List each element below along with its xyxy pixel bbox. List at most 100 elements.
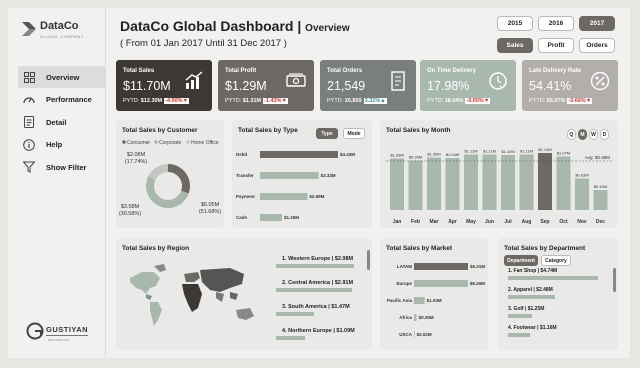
kpi-change-badge: -1.43%▼ — [263, 98, 288, 104]
kpi-card: Total Orders 21,549 PYTD: 20,859 3.31%▲ — [320, 60, 416, 111]
month-axis-label: Jul — [504, 219, 512, 225]
kpi-value: 54.41% — [529, 79, 572, 93]
arrow-down-icon: ▼ — [483, 98, 490, 104]
profit-metric-button[interactable]: Profit — [538, 38, 574, 53]
market-bar-value: $5.21M — [470, 264, 485, 269]
kpi-card: Total Profit $1.29M PYTD: $1.31M -1.43%▼ — [218, 60, 314, 111]
kpi-card: Total Sales $11.70M PYTD: $12.30M -4.90%▼ — [116, 60, 212, 111]
region-bar — [276, 264, 354, 268]
market-bar — [414, 280, 468, 287]
legend-marker — [186, 140, 190, 144]
date-range: ( From 01 Jan 2017 Until 31 Dec 2017 ) — [120, 38, 287, 49]
month-bar — [427, 157, 441, 210]
market-bar-value: $0.25M — [419, 315, 434, 320]
type-bar — [260, 172, 319, 179]
month-bar-value: $1.03M — [390, 153, 403, 158]
nav-item-detail[interactable]: Detail — [18, 111, 106, 133]
type-bar-label: Debit — [236, 152, 248, 157]
donut-slice — [148, 164, 168, 180]
logo: DataCo GLOBAL COMPANY — [22, 20, 104, 44]
kpi-pytd: PYTD: 18.04% -0.05%▼ — [427, 98, 491, 104]
grid-icon — [22, 70, 36, 84]
nav-label: Performance — [46, 95, 92, 104]
region-card: Total Sales by Region 1. Western Europe … — [116, 238, 372, 350]
document-icon — [22, 115, 36, 129]
market-bar-value: $0.02M — [417, 332, 432, 337]
donut-label-pct: (17.74%) — [125, 159, 147, 165]
kpi-change-value: -0.05% — [466, 98, 484, 104]
market-bar — [414, 331, 415, 338]
author-role: DATA ANALYST — [48, 338, 70, 342]
donut-slice — [168, 164, 190, 194]
nav-item-performance[interactable]: Performance — [18, 89, 106, 111]
kpi-pytd-label: PYTD: — [327, 98, 344, 104]
type-bar-value: $4.43M — [340, 152, 355, 157]
chart-icon — [184, 71, 204, 91]
arrow-down-icon: ▼ — [585, 98, 592, 104]
market-card: Total Sales by Market LATAM $5.21M Europe $… — [380, 238, 488, 350]
title-sub: Overview — [305, 23, 350, 34]
type-bar-chart: Debit $4.43M Transfer $3.33M Payment $2.69M Ca… — [236, 151, 355, 221]
department-bar — [508, 333, 531, 337]
orders-metric-button[interactable]: Orders — [579, 38, 615, 53]
month-axis-label: Sep — [540, 219, 549, 225]
region-scrollbar[interactable] — [367, 250, 370, 270]
department-toggle-button[interactable]: Department — [504, 255, 538, 266]
title-main: DataCo Global Dashboard | — [120, 18, 302, 34]
kpi-change-badge: -0.66%▼ — [567, 98, 593, 104]
month-bar-value: $1.07M — [557, 151, 570, 156]
sales-metric-button[interactable]: Sales — [497, 38, 533, 53]
kpi-change-badge: 3.31%▲ — [363, 98, 387, 104]
department-bar — [508, 314, 532, 318]
type-bar — [260, 214, 283, 221]
month-bar-value: $0.99M — [409, 155, 422, 160]
donut-label-value: $3.58M — [121, 204, 140, 210]
month-axis-label: Feb — [411, 219, 420, 225]
department-title: Total Sales by Department — [504, 245, 586, 252]
month-card: Total Sales by Month Q M W D $1.03M Jan $0… — [380, 120, 618, 228]
nav-item-help[interactable]: Help — [18, 134, 106, 156]
department-bar — [508, 295, 556, 299]
kpi-value: 21,549 — [327, 79, 366, 93]
info-icon — [22, 138, 36, 152]
kpi-label: Total Orders — [327, 68, 363, 74]
year-2015-button[interactable]: 2015 — [497, 16, 533, 31]
receipt-icon — [388, 71, 408, 91]
kpi-pytd-label: PYTD: — [529, 98, 546, 104]
clock-check-icon — [488, 71, 508, 91]
logo-subtitle: GLOBAL COMPANY — [40, 34, 84, 39]
author-brand: GUSTIYAN DATA ANALYST — [26, 322, 96, 346]
percent-icon — [590, 71, 610, 91]
kpi-pytd-value: 18.04% — [444, 98, 464, 104]
month-bar-value: $1.11M — [483, 149, 496, 154]
region-bar — [276, 288, 353, 292]
nav-item-show-filter[interactable]: Show Filter — [18, 156, 106, 178]
year-2017-button[interactable]: 2017 — [579, 16, 615, 31]
legend-marker — [122, 140, 126, 144]
region-title: Total Sales by Region — [122, 245, 190, 252]
year-2016-button[interactable]: 2016 — [538, 16, 574, 31]
kpi-value: $11.70M — [123, 79, 171, 93]
month-axis-label: Mar — [430, 219, 439, 225]
market-bar-chart: LATAM $5.21M Europe $5.20M Pacific Asia $1.03… — [387, 263, 485, 338]
nav-label: Overview — [46, 72, 80, 82]
department-scrollbar[interactable] — [613, 268, 616, 292]
month-bar-value: $0.63M — [575, 173, 588, 178]
customer-card: Total Sales by Customer Consumer Corporat… — [116, 120, 224, 228]
month-bar — [538, 153, 552, 210]
market-bar-label: LATAM — [397, 264, 412, 269]
month-bar-value: $1.05M — [427, 152, 440, 157]
kpi-pytd: PYTD: 20,859 3.31%▲ — [327, 98, 387, 104]
filter-icon — [22, 160, 36, 174]
sidebar — [8, 8, 106, 358]
author-logo-icon — [26, 322, 44, 340]
month-axis-label: Nov — [577, 219, 587, 225]
kpi-pytd: PYTD: $1.31M -1.43%▼ — [225, 98, 288, 104]
nav-item-overview[interactable]: Overview — [18, 66, 106, 88]
month-axis-label: Dec — [596, 219, 605, 225]
kpi-change-badge: -0.05%▼ — [465, 98, 491, 104]
department-item-label: 1. Fan Shop | $4.74M — [508, 268, 558, 274]
nav-label: Show Filter — [46, 162, 87, 172]
kpi-change-value: -0.66% — [568, 98, 586, 104]
category-toggle-button[interactable]: Category — [541, 255, 571, 266]
